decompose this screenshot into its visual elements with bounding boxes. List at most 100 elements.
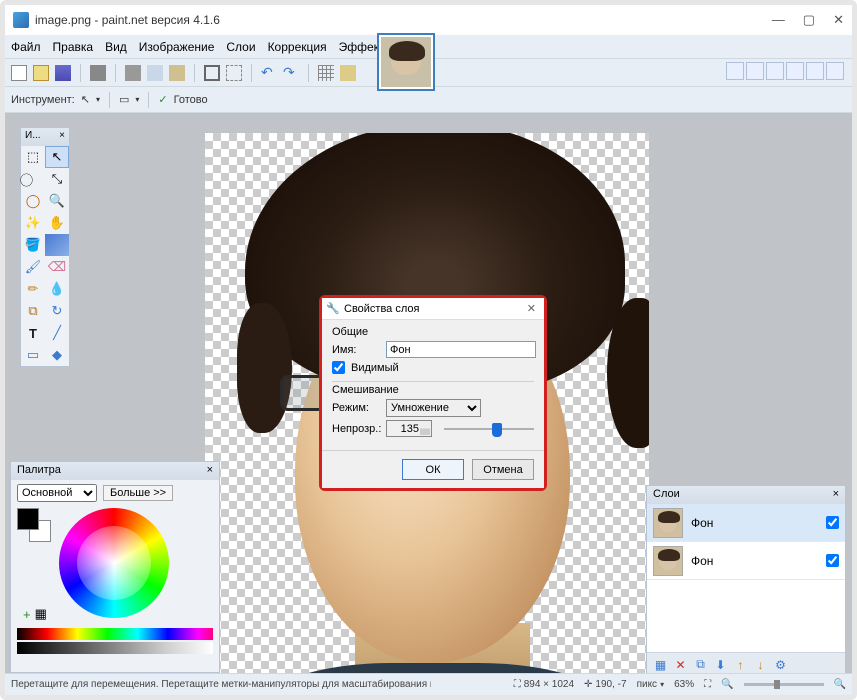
eraser-tool[interactable]: ⌫	[45, 256, 69, 278]
move-up-icon[interactable]: ↑	[733, 658, 748, 672]
blend-mode-select[interactable]: Умножение	[386, 399, 481, 417]
pencil-tool[interactable]: ✏	[21, 278, 45, 300]
add-color-icon[interactable]: +	[23, 607, 31, 622]
zoom-slider[interactable]	[744, 683, 824, 686]
image-size: 894 × 1024	[524, 679, 574, 690]
cut-icon[interactable]	[125, 65, 141, 81]
magic-wand-tool[interactable]: ✨	[21, 212, 45, 234]
visible-label: Видимый	[351, 362, 399, 374]
clone-tool[interactable]: ⧉	[21, 300, 45, 322]
fit-icon[interactable]: ⛶	[704, 679, 711, 690]
line-tool[interactable]: ╱	[45, 322, 69, 344]
palette-close-icon[interactable]: ×	[207, 464, 213, 478]
layer-properties-icon[interactable]: ⚙	[773, 658, 788, 672]
pan-tool[interactable]: ✋	[45, 212, 69, 234]
more-button[interactable]: Больше >>	[103, 485, 173, 501]
gray-strip[interactable]	[17, 642, 213, 654]
visible-checkbox[interactable]	[332, 361, 345, 374]
text-tool[interactable]: T	[21, 322, 45, 344]
menu-view[interactable]: Вид	[105, 40, 127, 54]
layer-mode-icon[interactable]: ▭	[119, 93, 129, 106]
menu-file[interactable]: Файл	[11, 40, 41, 54]
ok-button[interactable]: ОК	[402, 459, 464, 480]
settings-icon[interactable]	[806, 62, 824, 80]
copy-icon[interactable]	[147, 65, 163, 81]
grid-icon[interactable]	[318, 65, 334, 81]
opacity-slider[interactable]	[444, 421, 534, 437]
opacity-label: Непрозр.:	[332, 423, 380, 435]
palette-grid-icon[interactable]: ▦	[35, 606, 47, 622]
layers-list: Фон Фон	[647, 504, 845, 652]
tools-close-icon[interactable]: ×	[59, 130, 65, 144]
print-icon[interactable]	[90, 65, 106, 81]
menu-adjust[interactable]: Коррекция	[268, 40, 327, 54]
layer-visible-checkbox[interactable]	[826, 554, 839, 567]
layers-toggle-icon[interactable]	[766, 62, 784, 80]
tool-label: Инструмент:	[11, 94, 75, 106]
menu-layers[interactable]: Слои	[226, 40, 255, 54]
add-layer-icon[interactable]: ▦	[653, 658, 668, 672]
cursor-pos: 190, -7	[595, 679, 626, 690]
layers-close-icon[interactable]: ×	[833, 488, 839, 502]
color-swatch[interactable]	[17, 508, 51, 542]
open-icon[interactable]	[33, 65, 49, 81]
zoom-tool[interactable]: 🔍	[45, 190, 69, 212]
new-icon[interactable]	[11, 65, 27, 81]
menu-image[interactable]: Изображение	[139, 40, 215, 54]
delete-layer-icon[interactable]: ✕	[673, 658, 688, 672]
layer-row[interactable]: Фон	[647, 542, 845, 580]
opacity-spinner[interactable]: 135	[386, 420, 432, 437]
document-thumbnail[interactable]	[377, 33, 435, 91]
mode-label: Режим:	[332, 402, 380, 414]
recolor-tool[interactable]: ↻	[45, 300, 69, 322]
history-toggle-icon[interactable]	[746, 62, 764, 80]
move-selection-tool[interactable]: ⤡	[45, 168, 69, 190]
zoom-in-icon[interactable]: 🔍	[834, 679, 846, 690]
statusbar: Перетащите для перемещения. Перетащите м…	[5, 673, 852, 695]
rect-select-tool[interactable]: ⬚	[21, 146, 45, 168]
layer-row[interactable]: Фон	[647, 504, 845, 542]
redo-icon[interactable]: ↷	[283, 65, 299, 81]
general-section-label: Общие	[332, 326, 368, 338]
paint-bucket-tool[interactable]: 🪣	[21, 234, 45, 256]
deselect-icon[interactable]	[226, 65, 242, 81]
help-icon[interactable]	[826, 62, 844, 80]
ellipse-select-tool[interactable]: ◯	[21, 190, 45, 212]
lasso-tool[interactable]: ⃝	[21, 168, 45, 190]
layer-name-input[interactable]	[386, 341, 536, 358]
tools-title: И...	[25, 130, 41, 144]
brush-tool[interactable]: 🖌	[21, 256, 45, 278]
move-tool-icon[interactable]: ↖	[81, 93, 90, 106]
units-label[interactable]: пикс	[637, 679, 658, 690]
paste-icon[interactable]	[169, 65, 185, 81]
crop-icon[interactable]	[204, 65, 220, 81]
app-icon	[13, 12, 29, 28]
color-strip[interactable]	[17, 628, 213, 640]
layer-thumb-icon	[653, 508, 683, 538]
color-picker-tool[interactable]: 💧	[45, 278, 69, 300]
color-mode-select[interactable]: Основной	[17, 484, 97, 502]
menu-edit[interactable]: Правка	[53, 40, 94, 54]
close-button[interactable]: ✕	[833, 12, 844, 28]
dialog-close-icon[interactable]: ✕	[523, 302, 540, 315]
layer-thumb-icon	[653, 546, 683, 576]
move-tool[interactable]: ↖	[45, 146, 69, 168]
zoom-out-icon[interactable]: 🔍	[721, 679, 733, 690]
undo-icon[interactable]: ↶	[261, 65, 277, 81]
layer-visible-checkbox[interactable]	[826, 516, 839, 529]
gradient-tool[interactable]	[45, 234, 69, 256]
merge-down-icon[interactable]: ⬇	[713, 658, 728, 672]
tools-toggle-icon[interactable]	[726, 62, 744, 80]
cancel-button[interactable]: Отмена	[472, 459, 534, 480]
minimize-button[interactable]: —	[772, 12, 785, 28]
save-icon[interactable]	[55, 65, 71, 81]
shapes-tool[interactable]: ◆	[45, 344, 69, 366]
move-down-icon[interactable]: ↓	[753, 658, 768, 672]
maximize-button[interactable]: ▢	[803, 12, 815, 28]
colors-toggle-icon[interactable]	[786, 62, 804, 80]
name-label: Имя:	[332, 344, 380, 356]
rect-tool[interactable]: ▭	[21, 344, 45, 366]
color-wheel[interactable]	[59, 508, 169, 618]
duplicate-layer-icon[interactable]: ⧉	[693, 657, 708, 672]
ruler-icon[interactable]	[340, 65, 356, 81]
